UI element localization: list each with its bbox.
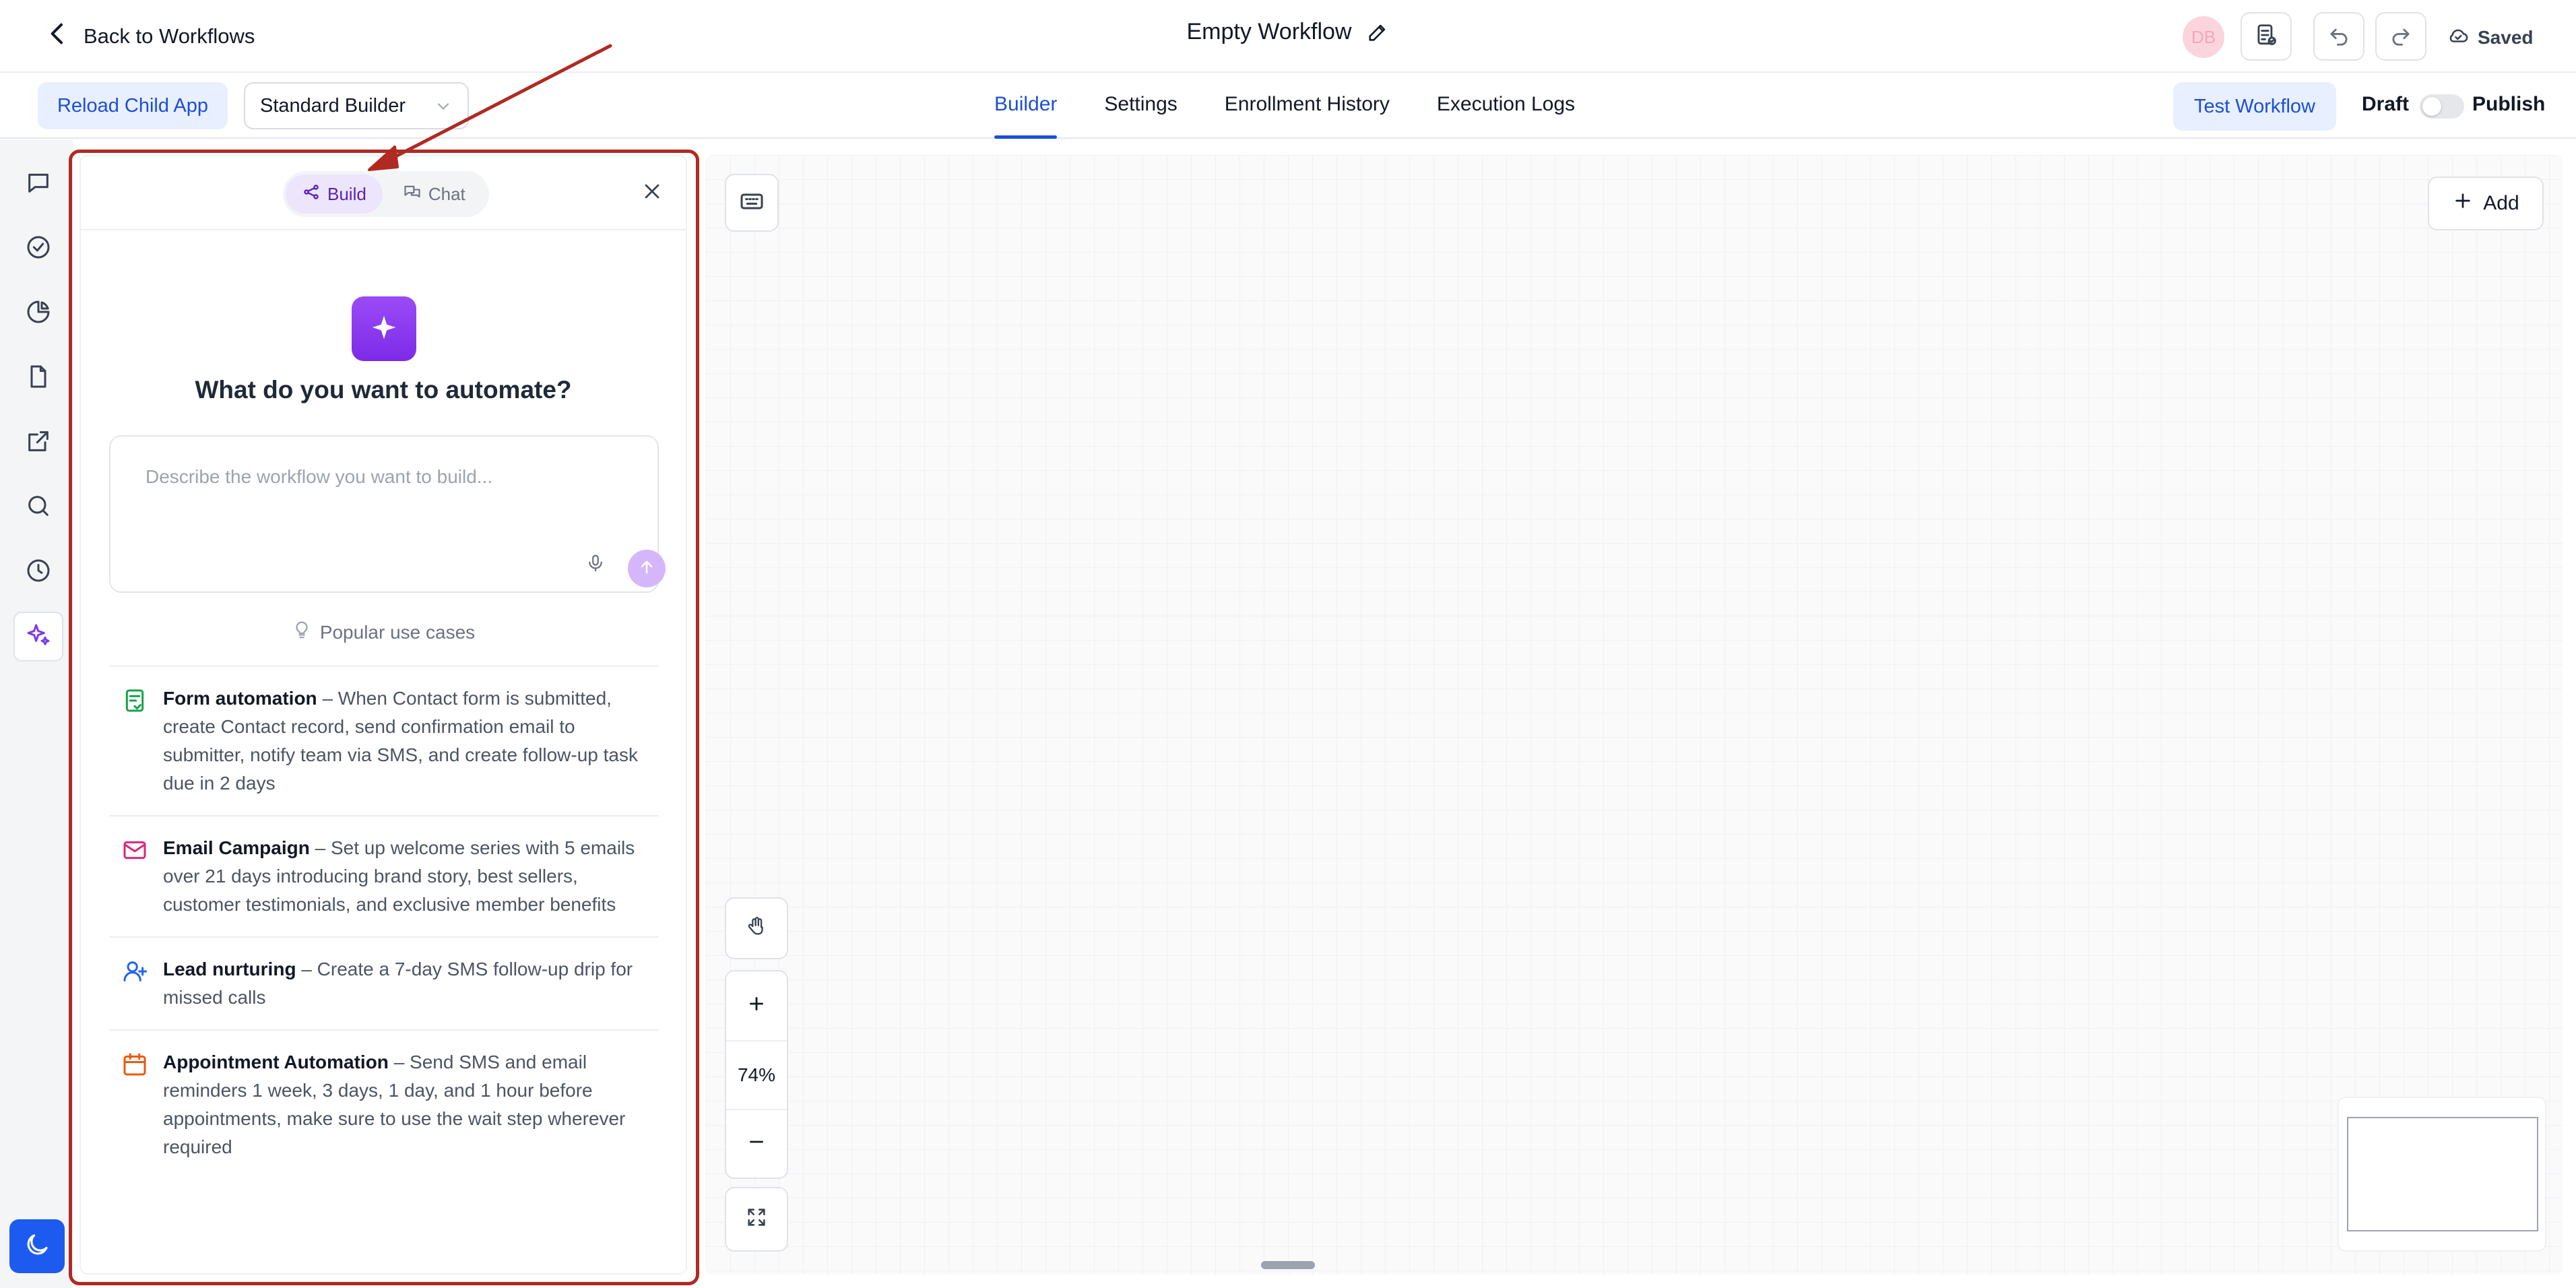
keyboard-icon [738,188,765,218]
zoom-level: 74% [726,1040,787,1109]
minimap[interactable] [2339,1098,2545,1250]
rail-comments-button[interactable] [13,159,63,209]
workflow-title: Empty Workflow [1186,19,1352,44]
saved-label: Saved [2478,27,2534,48]
pan-button[interactable] [726,899,787,958]
plus-icon [2452,190,2474,217]
pencil-icon[interactable] [1366,21,1389,44]
file-icon [25,363,52,393]
search-icon [25,492,52,523]
left-rail [0,140,73,1288]
save-status: Saved [2447,22,2534,54]
pie-chart-icon [25,298,52,329]
clock-icon [25,557,52,587]
redo-button[interactable] [2375,12,2426,61]
external-link-icon [25,428,52,458]
chevron-down-icon [434,97,453,116]
minimap-viewport[interactable] [2347,1117,2538,1231]
dark-mode-button[interactable] [9,1219,65,1273]
zoom-out-button[interactable] [726,1109,787,1178]
bottom-drag-handle[interactable] [1261,1261,1315,1269]
rail-history-button[interactable] [13,547,63,597]
workflow-canvas[interactable] [706,155,2563,1275]
fit-view-tool [725,1187,788,1252]
rail-files-button[interactable] [13,353,63,403]
rail-tasks-button[interactable] [13,224,63,273]
reload-child-app-button[interactable]: Reload Child App [38,82,228,129]
builder-type-value: Standard Builder [260,94,406,117]
moon-icon [23,1231,51,1262]
draft-label: Draft [2362,93,2410,115]
tab-settings[interactable]: Settings [1104,74,1177,137]
tab-execution-logs[interactable]: Execution Logs [1437,74,1575,137]
undo-button[interactable] [2313,12,2364,61]
rail-search-button[interactable] [13,482,63,532]
add-node-button[interactable]: Add [2428,176,2544,230]
tab-enrollment-history[interactable]: Enrollment History [1225,74,1390,137]
cloud-check-icon [2447,24,2470,52]
keyboard-shortcuts-button[interactable] [725,174,779,232]
avatar[interactable]: DB [2183,16,2224,58]
rail-analytics-button[interactable] [13,288,63,338]
tab-builder[interactable]: Builder [994,74,1058,139]
redo-icon [2388,22,2414,51]
check-circle-icon [25,234,52,264]
notes-button[interactable] [2241,12,2292,61]
pan-tool [725,897,788,959]
zoom-in-button[interactable] [726,971,787,1040]
plus-icon [745,992,768,1020]
sparkles-icon [25,622,52,652]
add-label: Add [2483,192,2519,214]
zoom-controls: 74% [725,970,788,1179]
minus-icon [745,1130,768,1158]
message-icon [25,169,52,199]
rail-ai-builder-button[interactable] [13,612,63,662]
publish-label: Publish [2472,93,2546,115]
sub-toolbar: Reload Child App Standard Builder Builde… [0,74,2576,139]
undo-icon [2326,22,2352,51]
publish-toggle[interactable] [2420,94,2464,119]
rail-external-button[interactable] [13,418,63,468]
hand-icon [745,915,768,942]
highlight-outline [69,150,699,1285]
document-check-icon [2253,22,2279,51]
top-bar: Back to Workflows Empty Workflow DB Save… [0,0,2576,73]
test-workflow-button[interactable]: Test Workflow [2173,82,2336,131]
fit-view-button[interactable] [726,1188,787,1250]
expand-icon [745,1206,768,1233]
builder-type-select[interactable]: Standard Builder [244,82,469,129]
workflow-tabs: Builder Settings Enrollment History Exec… [994,74,1575,139]
